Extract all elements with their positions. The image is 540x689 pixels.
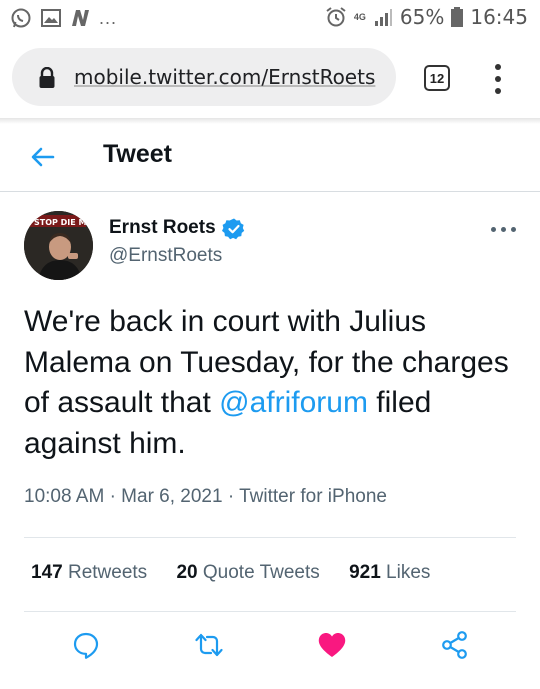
divider xyxy=(24,611,516,612)
likes-label: Likes xyxy=(386,562,431,583)
menu-dot-icon xyxy=(495,88,501,94)
reply-icon[interactable] xyxy=(71,630,101,660)
retweets-stat[interactable]: 147 Retweets xyxy=(31,562,147,584)
signal-icon xyxy=(374,9,392,26)
quotes-count: 20 xyxy=(176,562,198,583)
alarm-icon xyxy=(326,7,346,27)
page-title: Tweet xyxy=(103,140,172,168)
back-arrow-icon[interactable] xyxy=(28,142,58,172)
tweet-meta: 10:08 AM · Mar 6, 2021 · Twitter for iPh… xyxy=(24,486,387,508)
whatsapp-icon xyxy=(11,8,31,28)
browser-menu-button[interactable] xyxy=(486,62,510,96)
network-type: 4G xyxy=(353,11,366,22)
address-bar[interactable]: mobile.twitter.com/ErnstRoets xyxy=(12,48,396,106)
avatar-badge-text: STOP DIE MOORDE xyxy=(34,218,93,227)
tab-switcher-button[interactable]: 12 xyxy=(424,65,450,91)
page-header: Tweet xyxy=(0,124,540,192)
more-dot-icon xyxy=(491,227,496,232)
menu-dot-icon xyxy=(495,64,501,70)
url-text[interactable]: mobile.twitter.com/ErnstRoets xyxy=(74,65,390,89)
tweet-text: We're back in court with Julius Malema o… xyxy=(24,302,524,464)
battery-icon xyxy=(451,7,464,27)
share-icon[interactable] xyxy=(440,630,470,660)
tweet-time[interactable]: 10:08 AM xyxy=(24,486,104,507)
meta-separator: · xyxy=(109,486,116,507)
like-heart-icon[interactable] xyxy=(317,630,347,660)
author-name[interactable]: Ernst Roets xyxy=(109,217,216,239)
tweet-actions xyxy=(0,624,540,668)
status-bar: ... 4G 65% 16:45 xyxy=(0,0,540,36)
likes-count: 921 xyxy=(349,562,381,583)
mention-link[interactable]: @afriforum xyxy=(219,386,368,419)
retweet-icon[interactable] xyxy=(194,630,224,660)
more-dot-icon xyxy=(511,227,516,232)
likes-stat[interactable]: 921 Likes xyxy=(349,562,430,584)
n-app-icon xyxy=(72,10,89,26)
menu-dot-icon xyxy=(495,76,501,82)
meta-separator: · xyxy=(227,486,235,507)
avatar[interactable]: STOP DIE MOORDE xyxy=(24,211,93,280)
verified-badge-icon xyxy=(222,218,245,240)
clock: 16:45 xyxy=(470,5,528,29)
battery-percent: 65% xyxy=(399,5,445,29)
gallery-icon xyxy=(41,9,61,27)
divider xyxy=(24,537,516,538)
more-dot-icon xyxy=(501,227,506,232)
tweet-source[interactable]: Twitter for iPhone xyxy=(239,486,387,507)
author-handle[interactable]: @ErnstRoets xyxy=(109,245,222,267)
more-notifications-indicator: ... xyxy=(99,7,118,28)
lock-icon xyxy=(39,67,55,88)
tweet-stats: 147 Retweets 20 Quote Tweets 921 Likes xyxy=(31,562,430,584)
quotes-stat[interactable]: 20 Quote Tweets xyxy=(176,562,319,584)
retweets-count: 147 xyxy=(31,562,63,583)
tweet-date[interactable]: Mar 6, 2021 xyxy=(121,486,222,507)
more-options-button[interactable] xyxy=(491,225,517,235)
quotes-label: Quote Tweets xyxy=(202,562,320,583)
browser-toolbar: mobile.twitter.com/ErnstRoets 12 xyxy=(0,36,540,118)
avatar-photo: STOP DIE MOORDE xyxy=(24,211,93,280)
retweets-label: Retweets xyxy=(67,562,148,583)
